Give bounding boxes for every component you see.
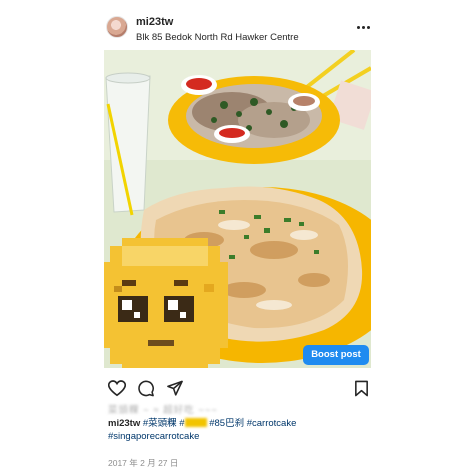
food-photo	[104, 50, 371, 368]
emoji-sticker	[104, 238, 228, 368]
hashtag-carrotcake[interactable]: #carrotcake	[247, 418, 297, 429]
post-photo[interactable]	[104, 50, 371, 368]
hashtag-carrot-cake-zh[interactable]: #菜頭粿	[143, 418, 177, 429]
instagram-post: mi23tw Blk 85 Bedok North Rd Hawker Cent…	[104, 0, 371, 474]
hashtag-85-bazaar[interactable]: #85巴刹	[209, 418, 244, 429]
share-icon[interactable]	[166, 380, 184, 397]
blurred-caption-line: 菜頭粿 ~ ≈ 超好吃 ~~~	[108, 405, 218, 416]
hashtag-redacted[interactable]: #	[179, 418, 207, 429]
hashtag-singaporecarrotcake[interactable]: #singaporecarrotcake	[108, 431, 199, 442]
heart-icon[interactable]	[108, 380, 126, 397]
avatar[interactable]	[106, 16, 128, 38]
bookmark-icon[interactable]	[354, 380, 369, 397]
post-timestamp: 2017 年 2 月 27 日	[108, 458, 179, 468]
caption-username[interactable]: mi23tw	[108, 418, 140, 429]
post-username[interactable]: mi23tw	[136, 16, 173, 28]
comment-icon[interactable]	[137, 380, 155, 397]
post-actions	[104, 378, 371, 400]
redaction-mark	[184, 418, 207, 427]
post-header: mi23tw Blk 85 Bedok North Rd Hawker Cent…	[104, 12, 371, 48]
post-caption: 菜頭粿 ~ ≈ 超好吃 ~~~ mi23tw #菜頭粿 # #85巴刹 #car…	[108, 404, 370, 443]
boost-post-button[interactable]: Boost post	[303, 345, 369, 365]
more-options-icon[interactable]	[357, 26, 371, 32]
post-location[interactable]: Blk 85 Bedok North Rd Hawker Centre	[136, 32, 299, 43]
